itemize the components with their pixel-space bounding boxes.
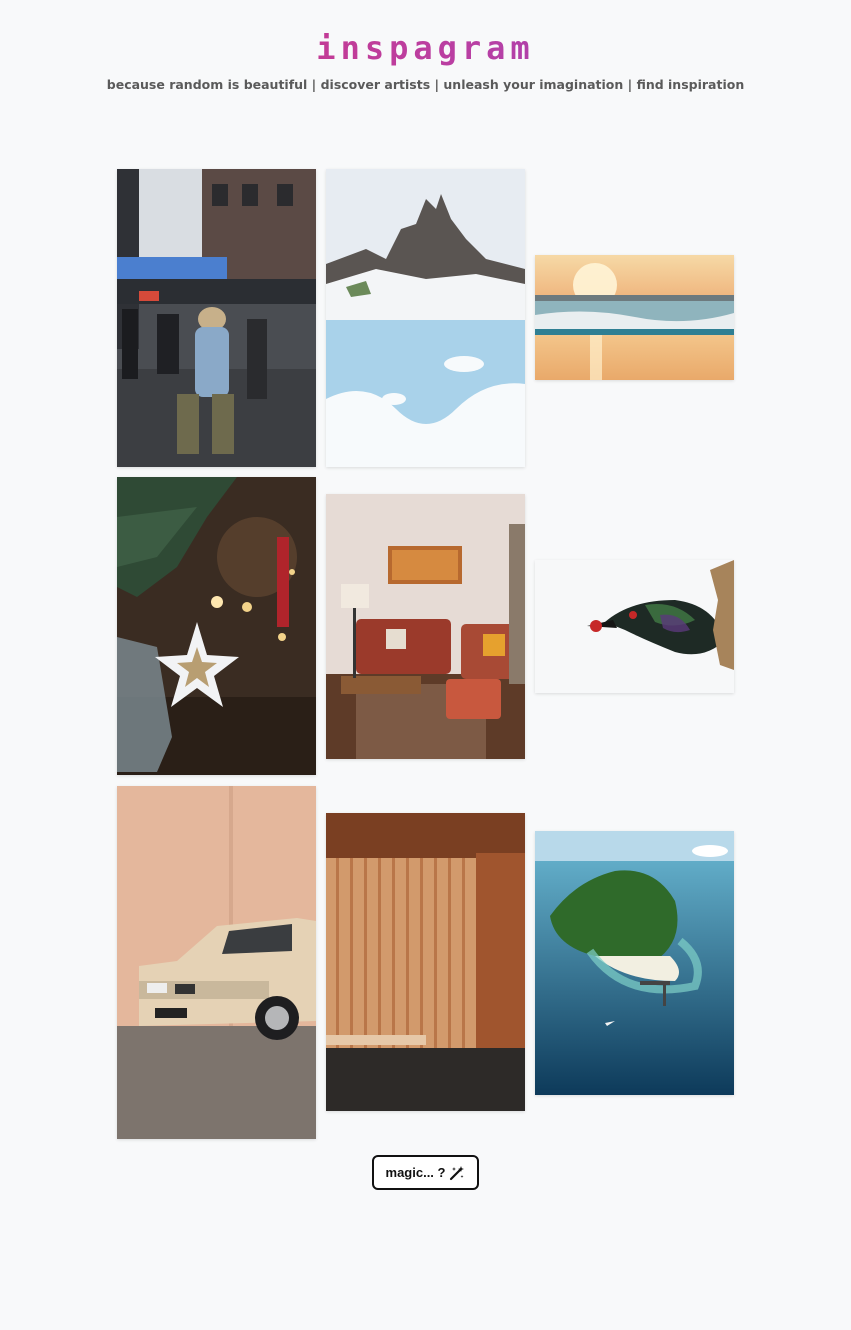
gallery-image-bird[interactable] [535, 560, 734, 693]
gallery-image-car[interactable] [117, 786, 316, 1139]
gallery-image-living-room[interactable] [326, 494, 525, 759]
magic-wand-icon [449, 1165, 465, 1181]
magic-button[interactable]: magic... ? [372, 1155, 479, 1190]
gallery-image-island[interactable] [535, 831, 734, 1095]
tagline: because random is beautiful | discover a… [106, 77, 745, 92]
app-logo[interactable]: inspagram [0, 30, 851, 66]
gallery-image-street[interactable] [117, 169, 316, 467]
gallery-image-wood-interior[interactable] [326, 813, 525, 1111]
gallery-image-mountain-lake[interactable] [326, 169, 525, 467]
magic-button-label: magic... ? [385, 1165, 446, 1180]
gallery-image-sunset-waves[interactable] [535, 255, 734, 380]
gallery-image-ornament[interactable] [117, 477, 316, 775]
